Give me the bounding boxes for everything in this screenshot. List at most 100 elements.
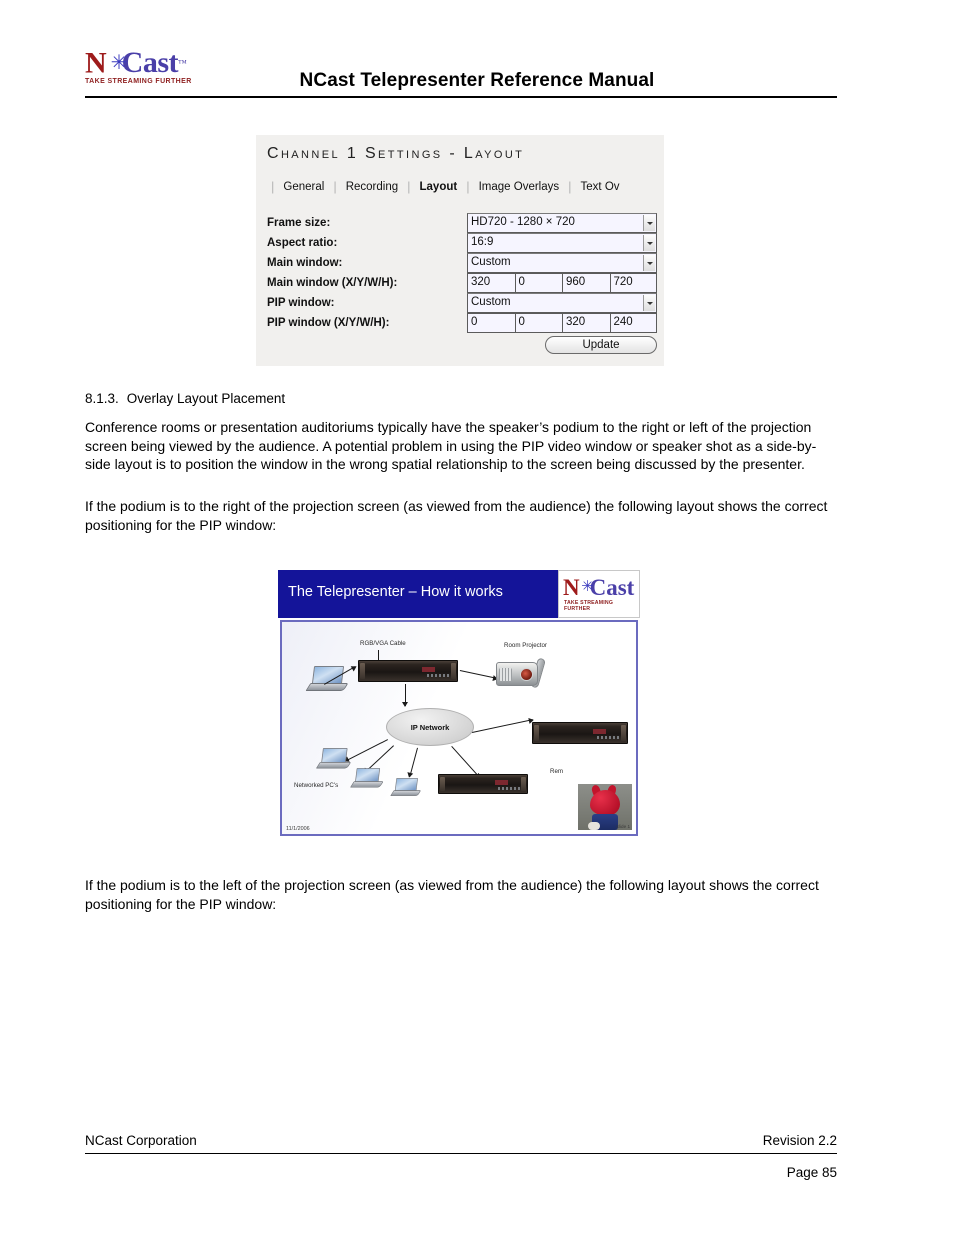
presenter-laptop-icon [305,666,349,692]
frame-size-field-area: HD720 - 1280 × 720 [467,213,657,233]
main-window-w-input[interactable]: 960 [562,273,610,293]
settings-panel-heading: Channel 1 Settings - Layout [267,145,525,162]
tab-text-overlays[interactable]: Text Ov [580,181,621,193]
footer-page-number: Page 85 [786,1165,837,1180]
laptop-base [315,761,352,769]
presenter-figure [590,790,620,816]
slide-logo-tagline: TAKE STREAMING FURTHER [564,600,614,612]
laptop-screen [355,768,381,783]
tab-layout[interactable]: Layout [419,181,459,193]
rack-ear-left [440,777,445,791]
header-divider [85,96,837,98]
networked-pc-3 [390,778,422,797]
tab-separator: | [333,179,337,194]
tab-recording[interactable]: Recording [345,181,399,193]
chevron-down-icon[interactable] [643,295,655,311]
network-to-pc1-arrow [344,739,388,762]
slide-title-bar: The Telepresenter – How it works N ✳ Cast … [278,570,640,618]
pip-window-x-input[interactable]: 0 [467,313,515,333]
pip-window-xywh-field-area: 0 0 320 240 [467,313,657,333]
main-window-xywh-field-area: 320 0 960 720 [467,273,657,293]
pip-slide-stamp: Slide 1 [615,824,630,829]
slide-content-area: RGB/VGA Cable Room Projector IP Network [280,620,638,836]
tab-separator: | [466,179,470,194]
main-window-xywh-label: Main window (X/Y/W/H): [267,277,398,289]
frame-size-row: Frame size: HD720 - 1280 × 720 [267,213,657,233]
rack-led-strip [597,736,620,740]
trademark-icon: ™ [178,58,187,68]
update-row: Update [267,336,657,354]
page-footer: NCast Corporation Revision 2.2 Page 85 [85,1133,837,1180]
rack-brand-badge [494,780,508,786]
tab-separator: | [271,179,275,194]
pip-window-value: Custom [471,296,511,308]
frame-size-select[interactable]: HD720 - 1280 × 720 [467,213,657,233]
tab-separator: | [568,179,572,194]
figure-shoe [588,822,600,830]
slide-title: The Telepresenter – How it works [288,584,503,600]
update-button[interactable]: Update [545,336,657,354]
pip-overlay-window: Slide 1 [577,783,633,831]
main-window-label: Main window: [267,257,343,269]
main-window-value: Custom [471,256,511,268]
rack-brand-badge [593,728,607,734]
main-window-select[interactable]: Custom [467,253,657,273]
frame-size-label: Frame size: [267,217,331,229]
rack-led-strip [427,674,450,678]
pip-window-w-input[interactable]: 320 [562,313,610,333]
tab-general[interactable]: General [282,181,325,193]
layout-settings-form: Frame size: HD720 - 1280 × 720 Aspect ra… [267,213,657,354]
network-to-pc3-arrow [409,747,418,777]
laptop-screen [394,778,418,791]
paragraph-2: If the podium is to the right of the pro… [85,498,828,533]
rack-ear-right [621,725,626,741]
pip-window-field-area: Custom [467,293,657,313]
slide-logo-word-cast: Cast [589,575,635,600]
main-window-xywh-row: Main window (X/Y/W/H): 320 0 960 720 [267,273,657,293]
rack-brand-badge [422,666,436,672]
projector-lens [520,668,533,681]
main-window-h-input[interactable]: 720 [609,273,657,293]
settings-tab-bar: | General | Recording | Layout | Image O… [263,179,621,194]
telepresenter-diagram-slide: The Telepresenter – How it works N ✳ Cast … [278,570,640,838]
main-window-row: Main window: Custom [267,253,657,273]
footer-revision: Revision 2.2 [762,1133,837,1148]
main-window-y-input[interactable]: 0 [514,273,562,293]
chevron-down-icon[interactable] [643,255,655,271]
pip-window-y-input[interactable]: 0 [514,313,562,333]
frame-size-value: HD720 - 1280 × 720 [471,216,575,228]
pip-window-row: PIP window: Custom [267,293,657,313]
pip-window-xywh-row: PIP window (X/Y/W/H): 0 0 320 240 [267,313,657,333]
telepresenter-unit-2 [438,774,528,794]
unit-to-network-arrow [405,684,406,706]
rack-ear-right [451,663,456,679]
slide-ncast-logo: N ✳ Cast TAKE STREAMING FURTHER [558,570,640,618]
section-title: Overlay Layout Placement [126,391,286,406]
chevron-down-icon[interactable] [643,235,655,251]
star-burst-icon: ✳ [581,579,594,595]
laptop-base [305,683,349,691]
chevron-down-icon[interactable] [643,215,655,231]
main-window-x-input[interactable]: 320 [467,273,515,293]
slide-date-stamp: 11/1/2006 [286,826,310,832]
aspect-ratio-label: Aspect ratio: [267,237,338,249]
pip-window-h-input[interactable]: 240 [609,313,657,333]
networked-pc-2 [350,768,384,788]
tab-image-overlays[interactable]: Image Overlays [478,181,561,193]
footer-row: NCast Corporation Revision 2.2 [85,1133,837,1151]
main-window-field-area: Custom [467,253,657,273]
laptop-screen [321,748,348,763]
rack-ear-left [360,663,365,679]
laptop-base [390,790,422,796]
pip-window-label: PIP window: [267,297,335,309]
pip-window-select[interactable]: Custom [467,293,657,313]
ip-network-node: IP Network [386,708,474,746]
telepresenter-unit-3 [532,722,628,744]
room-projector-icon [496,657,546,689]
network-to-unit3-arrow [472,719,533,733]
section-number: 8.1.3. [85,391,119,406]
aspect-ratio-select[interactable]: 16:9 [467,233,657,253]
footer-divider [85,1153,837,1154]
remote-label: Rem [550,768,564,775]
page-title: NCast Telepresenter Reference Manual [299,70,655,91]
